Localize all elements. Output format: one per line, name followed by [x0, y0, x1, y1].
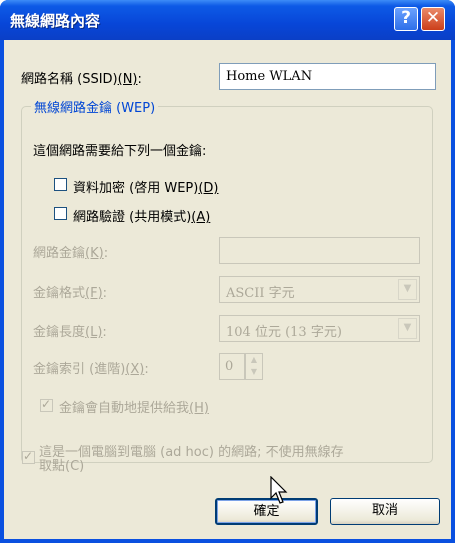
- ssid-label: 網路名稱 (SSID)(N):: [21, 72, 142, 87]
- close-button[interactable]: ✕: [421, 7, 445, 31]
- wireless-properties-dialog: 無線網路內容 ? ✕ 網路名稱 (SSID)(N): Home WLAN 無線網…: [0, 0, 455, 543]
- key-format-value: ASCII 字元: [226, 286, 295, 301]
- chevron-down-icon[interactable]: ▼: [398, 318, 417, 339]
- adhoc-checkbox[interactable]: [22, 449, 35, 464]
- key-index-spinner[interactable]: ▲ ▼: [245, 353, 263, 380]
- help-button[interactable]: ?: [394, 7, 418, 31]
- chevron-down-icon[interactable]: ▼: [398, 279, 417, 300]
- network-auth-label[interactable]: 網路驗證 (共用模式)(A): [73, 206, 210, 225]
- adhoc-label[interactable]: 這是一個電腦到電腦 (ad hoc) 的網路; 不使用無線存 取點(C): [39, 446, 344, 474]
- network-auth-checkbox[interactable]: [54, 207, 67, 220]
- mouse-pointer-icon: [270, 476, 288, 504]
- spin-up-icon[interactable]: ▲: [246, 354, 262, 366]
- auto-key-checkbox[interactable]: [40, 397, 53, 412]
- auto-key-label[interactable]: 金鑰會自動地提供給我(H): [59, 397, 209, 416]
- network-key-input[interactable]: [219, 237, 420, 264]
- wep-instruction: 這個網路需要給下列一個金鑰:: [33, 144, 207, 159]
- data-encryption-label[interactable]: 資料加密 (啓用 WEP)(D): [73, 177, 218, 196]
- key-index-input[interactable]: 0: [219, 353, 245, 380]
- key-index-label: 金鑰索引 (進階)(X):: [33, 362, 149, 377]
- key-format-label: 金鑰格式(F):: [33, 286, 108, 301]
- key-length-label: 金鑰長度(L):: [33, 325, 107, 340]
- window-title: 無線網路內容: [10, 12, 101, 30]
- cancel-button[interactable]: 取消: [330, 498, 440, 525]
- adhoc-label-line1: 這是一個電腦到電腦 (ad hoc) 的網路; 不使用無線存: [39, 445, 344, 460]
- adhoc-label-line2: 取點(C): [39, 459, 85, 474]
- wep-group-title: 無線網路金鑰 (WEP): [31, 97, 159, 116]
- spin-down-icon[interactable]: ▼: [246, 366, 262, 378]
- ssid-input[interactable]: Home WLAN: [219, 63, 436, 90]
- network-key-label: 網路金鑰(K):: [33, 246, 109, 261]
- key-format-select[interactable]: ASCII 字元 ▼: [219, 276, 420, 303]
- ok-button[interactable]: 確定: [215, 498, 318, 525]
- key-length-select[interactable]: 104 位元 (13 字元) ▼: [219, 315, 420, 342]
- data-encryption-checkbox[interactable]: [54, 178, 67, 191]
- title-bar[interactable]: 無線網路內容 ? ✕: [0, 0, 455, 40]
- key-length-value: 104 位元 (13 字元): [226, 325, 342, 340]
- dialog-body: 網路名稱 (SSID)(N): Home WLAN 無線網路金鑰 (WEP) 這…: [4, 40, 451, 539]
